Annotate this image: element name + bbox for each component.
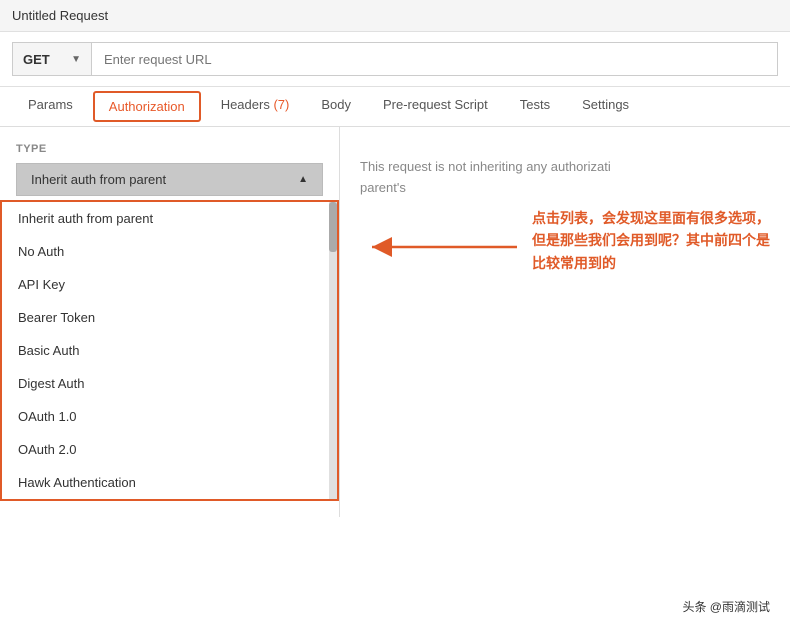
headers-badge: (7): [273, 97, 289, 112]
dropdown-item-no-auth[interactable]: No Auth: [2, 235, 329, 268]
dropdown-arrow-icon: ▲: [298, 174, 308, 185]
tab-body[interactable]: Body: [305, 87, 367, 126]
tab-tests-label: Tests: [520, 97, 550, 112]
annotation-arrow: [362, 217, 522, 277]
auth-type-dropdown[interactable]: Inherit auth from parent ▲: [16, 163, 323, 196]
type-label: TYPE: [0, 143, 339, 163]
dropdown-scroll-container: Inherit auth from parent No Auth API Key…: [2, 202, 337, 499]
dropdown-item-inherit[interactable]: Inherit auth from parent: [2, 202, 329, 235]
tab-pre-request-script[interactable]: Pre-request Script: [367, 87, 504, 126]
tab-body-label: Body: [321, 97, 351, 112]
tab-tests[interactable]: Tests: [504, 87, 566, 126]
tab-authorization[interactable]: Authorization: [93, 91, 201, 122]
dropdown-item-basic-auth[interactable]: Basic Auth: [2, 334, 329, 367]
method-dropdown[interactable]: GET ▼: [12, 42, 92, 76]
content-area: TYPE Inherit auth from parent ▲ Inherit …: [0, 127, 790, 517]
dropdown-item-api-key[interactable]: API Key: [2, 268, 329, 301]
tab-authorization-label: Authorization: [109, 99, 185, 114]
dropdown-item-oauth2[interactable]: OAuth 2.0: [2, 433, 329, 466]
tab-params[interactable]: Params: [12, 87, 89, 126]
method-dropdown-arrow: ▼: [71, 54, 81, 65]
title-bar: Untitled Request: [0, 0, 790, 32]
auth-type-selected-label: Inherit auth from parent: [31, 172, 166, 187]
tab-headers-label: Headers (7): [221, 97, 290, 112]
footer-text: 头条 @雨滴测试: [682, 600, 770, 614]
auth-type-dropdown-list: Inherit auth from parent No Auth API Key…: [0, 200, 339, 501]
dropdown-item-hawk[interactable]: Hawk Authentication: [2, 466, 329, 499]
annotation-text: 点击列表，会发现这里面有很多选项，但是那些我们会用到呢？其中前四个是比较常用到的: [532, 207, 770, 274]
tab-pre-request-script-label: Pre-request Script: [383, 97, 488, 112]
url-bar: GET ▼: [0, 32, 790, 87]
annotation: 点击列表，会发现这里面有很多选项，但是那些我们会用到呢？其中前四个是比较常用到的: [532, 207, 770, 274]
method-label: GET: [23, 52, 50, 67]
info-text: This request is not inheriting any autho…: [360, 157, 770, 199]
right-panel: This request is not inheriting any autho…: [340, 127, 790, 517]
scrollbar-thumb[interactable]: [329, 202, 337, 252]
left-panel: TYPE Inherit auth from parent ▲ Inherit …: [0, 127, 340, 517]
tab-settings-label: Settings: [582, 97, 629, 112]
tab-headers[interactable]: Headers (7): [205, 87, 306, 126]
window-title: Untitled Request: [12, 8, 108, 23]
url-input[interactable]: [92, 42, 778, 76]
dropdown-item-bearer-token[interactable]: Bearer Token: [2, 301, 329, 334]
scrollbar-track[interactable]: [329, 202, 337, 499]
dropdown-item-oauth1[interactable]: OAuth 1.0: [2, 400, 329, 433]
tab-settings[interactable]: Settings: [566, 87, 645, 126]
dropdown-items: Inherit auth from parent No Auth API Key…: [2, 202, 329, 499]
tab-params-label: Params: [28, 97, 73, 112]
tab-bar: Params Authorization Headers (7) Body Pr…: [0, 87, 790, 127]
dropdown-item-digest-auth[interactable]: Digest Auth: [2, 367, 329, 400]
footer: 头条 @雨滴测试: [682, 598, 770, 615]
